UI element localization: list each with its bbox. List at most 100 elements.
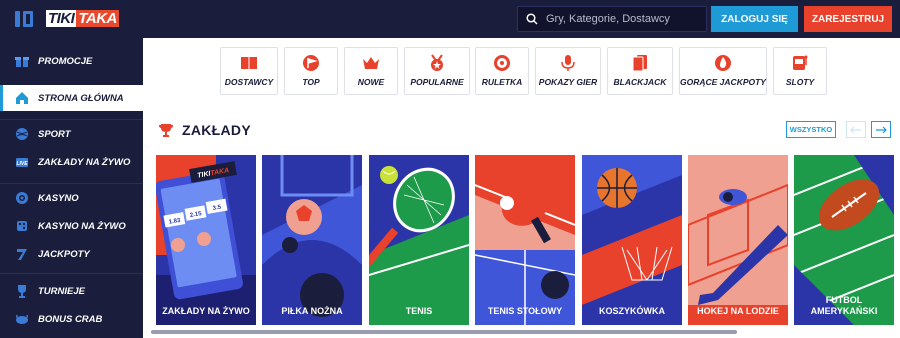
betting-section: ZAKŁADY WSZYSTKO TIKITAKA 1.83 2.15 3.5 … bbox=[143, 104, 900, 338]
arrow-right-icon bbox=[876, 126, 887, 133]
category-roulette[interactable]: RULETKA bbox=[475, 47, 529, 95]
category-label: DOSTAWCY bbox=[224, 77, 274, 87]
sport-card-label: HOKEJ NA LODZIE bbox=[697, 306, 779, 316]
carousel-scrollbar-thumb[interactable] bbox=[151, 330, 737, 334]
trophy-icon bbox=[14, 283, 30, 299]
sidebar-item-label: PROMOCJE bbox=[38, 55, 93, 67]
microphone-icon bbox=[561, 55, 575, 71]
tennis-illustration bbox=[369, 155, 469, 325]
table-tennis-illustration bbox=[475, 155, 575, 325]
sidebar-divider bbox=[0, 183, 143, 184]
carousel-scrollbar[interactable] bbox=[151, 330, 737, 334]
ball-icon bbox=[14, 126, 30, 142]
home-icon bbox=[14, 90, 30, 106]
sport-card-ice-hockey[interactable]: HOKEJ NA LODZIE bbox=[688, 155, 788, 325]
category-blackjack[interactable]: BLACKJACK bbox=[607, 47, 673, 95]
roulette-icon bbox=[494, 55, 510, 71]
book-icon bbox=[241, 57, 257, 70]
sport-card-table-tennis[interactable]: TENIS STOŁOWY bbox=[475, 155, 575, 325]
arrow-left-icon bbox=[850, 126, 861, 133]
chip-icon bbox=[14, 190, 30, 206]
sidebar: PROMOCJE STRONA GŁÓWNA SPORT LIVE ZAKŁAD… bbox=[0, 38, 143, 338]
sidebar-item-label: KASYNO NA ŻYWO bbox=[38, 220, 126, 232]
login-button[interactable]: ZALOGUJ SIĘ bbox=[711, 6, 798, 32]
next-arrow-button[interactable] bbox=[871, 121, 891, 138]
sport-card-label: PIŁKA NOŻNA bbox=[281, 306, 343, 316]
sport-card-basketball[interactable]: KOSZYKÓWKA bbox=[582, 155, 682, 325]
live-icon: LIVE bbox=[14, 154, 30, 170]
section-title: ZAKŁADY bbox=[182, 122, 251, 138]
cards-icon bbox=[632, 55, 647, 72]
ice-hockey-illustration bbox=[688, 155, 788, 325]
search-icon bbox=[526, 13, 538, 25]
sidebar-item-jackpots[interactable]: JACKPOTY bbox=[0, 241, 143, 267]
sidebar-toggle-icon[interactable] bbox=[15, 11, 33, 27]
sport-card-label: ZAKŁADY NA ŻYWO bbox=[162, 306, 250, 316]
prev-arrow-button[interactable] bbox=[846, 121, 866, 138]
sport-card-american-football[interactable]: FUTBOL AMERYKAŃSKI bbox=[794, 155, 894, 325]
sidebar-item-promotions[interactable]: PROMOCJE bbox=[0, 48, 143, 74]
sidebar-item-label: KASYNO bbox=[38, 192, 79, 204]
logo-part-1: TIKI bbox=[46, 10, 77, 27]
live-betting-illustration: TIKITAKA 1.83 2.15 3.5 bbox=[156, 155, 256, 325]
category-label: POPULARNE bbox=[410, 77, 464, 87]
category-game-shows[interactable]: POKAZY GIER bbox=[535, 47, 601, 95]
category-label: POKAZY GIER bbox=[538, 77, 598, 87]
svg-text:LIVE: LIVE bbox=[16, 161, 28, 167]
category-label: RULETKA bbox=[481, 77, 523, 87]
live-casino-icon bbox=[14, 218, 30, 234]
sidebar-item-sport[interactable]: SPORT bbox=[0, 121, 143, 147]
category-hot-jackpots[interactable]: GORĄCE JACKPOTY bbox=[679, 47, 767, 95]
category-label: SLOTY bbox=[785, 77, 815, 87]
sidebar-item-label: STRONA GŁÓWNA bbox=[38, 92, 124, 104]
category-label: NOWE bbox=[357, 77, 385, 87]
category-providers[interactable]: DOSTAWCY bbox=[220, 47, 278, 95]
slot-machine-icon bbox=[793, 55, 808, 70]
sidebar-item-label: TURNIEJE bbox=[38, 285, 85, 297]
crown-icon bbox=[363, 57, 379, 69]
crab-icon bbox=[14, 311, 30, 327]
sidebar-item-live-casino[interactable]: KASYNO NA ŻYWO bbox=[0, 213, 143, 239]
category-top[interactable]: TOP bbox=[284, 47, 338, 95]
category-new[interactable]: NOWE bbox=[344, 47, 398, 95]
category-label: GORĄCE JACKPOTY bbox=[680, 77, 766, 87]
top-header: TIKITAKA ZALOGUJ SIĘ ZAREJESTRUJ bbox=[0, 0, 900, 38]
sport-card-live-betting[interactable]: TIKITAKA 1.83 2.15 3.5 ZAKŁADY NA ŻYWO bbox=[156, 155, 256, 325]
sidebar-item-label: SPORT bbox=[38, 128, 71, 140]
medal-icon bbox=[431, 54, 443, 71]
category-label: BLACKJACK bbox=[613, 77, 667, 87]
sport-card-label: TENIS bbox=[405, 306, 433, 316]
sidebar-item-home[interactable]: STRONA GŁÓWNA bbox=[0, 85, 143, 111]
sidebar-item-label: ZAKŁADY NA ŻYWO bbox=[38, 156, 131, 168]
sidebar-item-bonus-crab[interactable]: BONUS CRAB bbox=[0, 306, 143, 332]
logo-part-2: TAKA bbox=[76, 10, 119, 27]
football-illustration bbox=[262, 155, 362, 325]
sport-card-tennis[interactable]: TENIS bbox=[369, 155, 469, 325]
seven-icon bbox=[14, 246, 30, 262]
sidebar-divider bbox=[0, 119, 143, 120]
gift-icon bbox=[14, 53, 30, 69]
sidebar-item-live-betting[interactable]: LIVE ZAKŁADY NA ŻYWO bbox=[0, 149, 143, 175]
category-popular[interactable]: POPULARNE bbox=[404, 47, 470, 95]
category-label: TOP bbox=[302, 77, 320, 87]
search-input[interactable] bbox=[546, 13, 696, 25]
sidebar-divider bbox=[0, 273, 143, 274]
search-box[interactable] bbox=[517, 6, 707, 32]
category-bar: DOSTAWCY TOP NOWE POPULARNE RULETKA POKA… bbox=[143, 38, 900, 104]
sport-card-football[interactable]: PIŁKA NOŻNA bbox=[262, 155, 362, 325]
site-logo[interactable]: TIKI TAKA bbox=[46, 10, 119, 27]
fire-icon bbox=[715, 55, 731, 71]
sport-card-label: TENIS STOŁOWY bbox=[487, 306, 563, 316]
category-slots[interactable]: SLOTY bbox=[773, 47, 827, 95]
trophy-icon bbox=[159, 124, 173, 137]
sidebar-item-casino[interactable]: KASYNO bbox=[0, 185, 143, 211]
sport-card-label: FUTBOL AMERYKAŃSKI bbox=[810, 295, 878, 316]
see-all-button[interactable]: WSZYSTKO bbox=[786, 121, 836, 138]
flag-icon bbox=[303, 55, 319, 71]
sidebar-item-tournaments[interactable]: TURNIEJE bbox=[0, 278, 143, 304]
register-button[interactable]: ZAREJESTRUJ bbox=[804, 6, 892, 32]
sport-card-label: KOSZYKÓWKA bbox=[599, 306, 665, 316]
basketball-illustration bbox=[582, 155, 682, 325]
sidebar-item-label: JACKPOTY bbox=[38, 248, 90, 260]
sidebar-item-label: BONUS CRAB bbox=[38, 313, 103, 325]
